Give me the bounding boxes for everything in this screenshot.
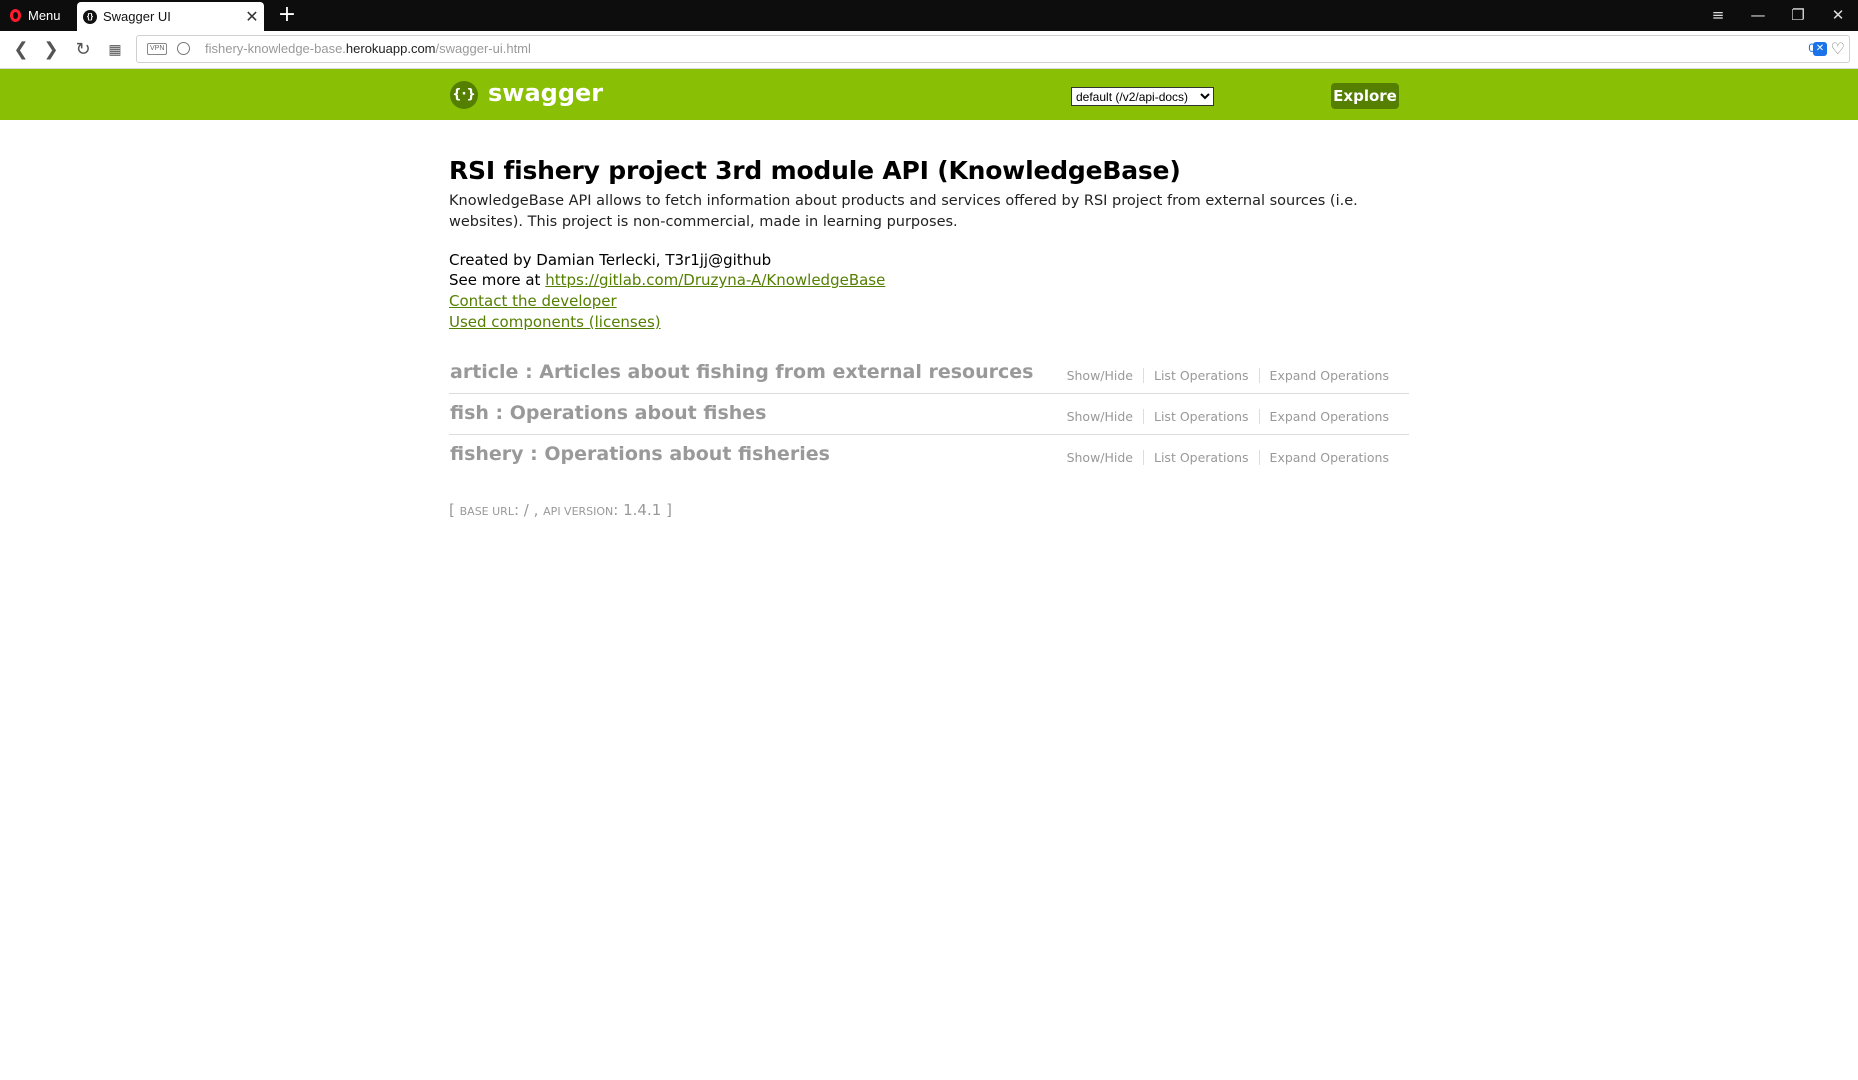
list-operations-link[interactable]: List Operations (1143, 409, 1259, 424)
address-bar[interactable]: VPN fishery-knowledge-base.herokuapp.com… (136, 35, 1850, 63)
adblock-icon[interactable]: ✕ (1813, 42, 1827, 56)
api-version-label: api version (543, 505, 614, 518)
expand-operations-link[interactable]: Expand Operations (1258, 409, 1399, 424)
show-hide-link[interactable]: Show/Hide (1057, 450, 1143, 465)
resource-title[interactable]: article : Articles about fishing from ex… (450, 361, 1033, 383)
resource-fishery: fishery : Operations about fisheries Sho… (449, 435, 1409, 475)
url-prefix: fishery-knowledge-base. (205, 41, 346, 56)
back-icon[interactable]: ❮ (8, 37, 34, 63)
api-description: KnowledgeBase API allows to fetch inform… (449, 193, 1358, 230)
expand-operations-link[interactable]: Expand Operations (1258, 368, 1399, 383)
close-tab-icon[interactable]: ✕ (240, 7, 264, 27)
spec-select[interactable]: default (/v2/api-docs) (1071, 87, 1214, 106)
minimize-icon[interactable]: — (1738, 0, 1778, 31)
url-path: /swagger-ui.html (435, 41, 531, 56)
swagger-brand[interactable]: swagger (488, 79, 603, 107)
browser-titlebar: Menu {} Swagger UI ✕ + ≡ — ❐ ✕ (0, 0, 1858, 31)
resource-title[interactable]: fish : Operations about fishes (450, 402, 767, 424)
see-more: See more at https://gitlab.com/Druzyna-A… (449, 270, 1409, 291)
api-version-value: 1.4.1 (623, 501, 662, 519)
tab-menu-icon[interactable]: ≡ (1698, 0, 1738, 31)
show-hide-link[interactable]: Show/Hide (1057, 409, 1143, 424)
resource-operations: Show/Hide List Operations Expand Operati… (1057, 450, 1399, 465)
see-more-prefix: See more at (449, 271, 546, 289)
show-hide-link[interactable]: Show/Hide (1057, 368, 1143, 383)
explore-button[interactable]: Explore (1331, 83, 1399, 109)
licenses-link[interactable]: Used components (licenses) (449, 313, 661, 331)
url-text[interactable]: fishery-knowledge-base.herokuapp.com/swa… (205, 41, 531, 56)
list-operations-link[interactable]: List Operations (1143, 368, 1259, 383)
forward-icon[interactable]: ❯ (38, 37, 64, 63)
gitlab-link[interactable]: https://gitlab.com/Druzyna-A/KnowledgeBa… (545, 271, 885, 289)
resource-operations: Show/Hide List Operations Expand Operati… (1057, 409, 1399, 424)
swagger-header: {·} swagger default (/v2/api-docs) Explo… (0, 69, 1858, 120)
api-title: RSI fishery project 3rd module API (Know… (449, 156, 1181, 185)
heart-icon[interactable]: ♡ (1831, 39, 1845, 58)
created-by: Created by Damian Terlecki, T3r1jj@githu… (449, 251, 772, 269)
browser-menu-label: Menu (28, 8, 61, 23)
tab-title: Swagger UI (103, 9, 171, 24)
list-operations-link[interactable]: List Operations (1143, 450, 1259, 465)
swagger-favicon-icon: {} (83, 9, 97, 24)
vpn-badge[interactable]: VPN (147, 43, 168, 55)
browser-menu-button[interactable]: Menu (0, 0, 73, 31)
resource-article: article : Articles about fishing from ex… (449, 353, 1409, 394)
resource-title[interactable]: fishery : Operations about fisheries (450, 443, 830, 465)
contact-developer-link[interactable]: Contact the developer (449, 292, 617, 310)
close-window-icon[interactable]: ✕ (1818, 0, 1858, 31)
browser-navbar: ❮ ❯ ↻ ▦ VPN fishery-knowledge-base.herok… (0, 31, 1858, 69)
swagger-logo-icon[interactable]: {·} (450, 81, 478, 109)
resource-fish: fish : Operations about fishes Show/Hide… (449, 394, 1409, 435)
new-tab-icon[interactable]: + (274, 2, 300, 28)
resources-list: article : Articles about fishing from ex… (449, 353, 1409, 475)
api-info: RSI fishery project 3rd module API (Know… (449, 150, 1409, 519)
opera-logo-icon (10, 9, 21, 22)
url-domain: herokuapp.com (345, 41, 436, 56)
restore-icon[interactable]: ❐ (1778, 0, 1818, 31)
reload-icon[interactable]: ↻ (70, 37, 96, 63)
browser-tab[interactable]: {} Swagger UI ✕ (77, 2, 264, 31)
base-url-label: base url (459, 505, 514, 518)
api-footer-info: [ base url: / , api version: 1.4.1 ] (449, 501, 672, 519)
speed-dial-icon[interactable]: ▦ (102, 37, 128, 63)
resource-operations: Show/Hide List Operations Expand Operati… (1057, 368, 1399, 383)
base-url-value: / (523, 501, 529, 519)
globe-icon (177, 42, 190, 55)
expand-operations-link[interactable]: Expand Operations (1258, 450, 1399, 465)
